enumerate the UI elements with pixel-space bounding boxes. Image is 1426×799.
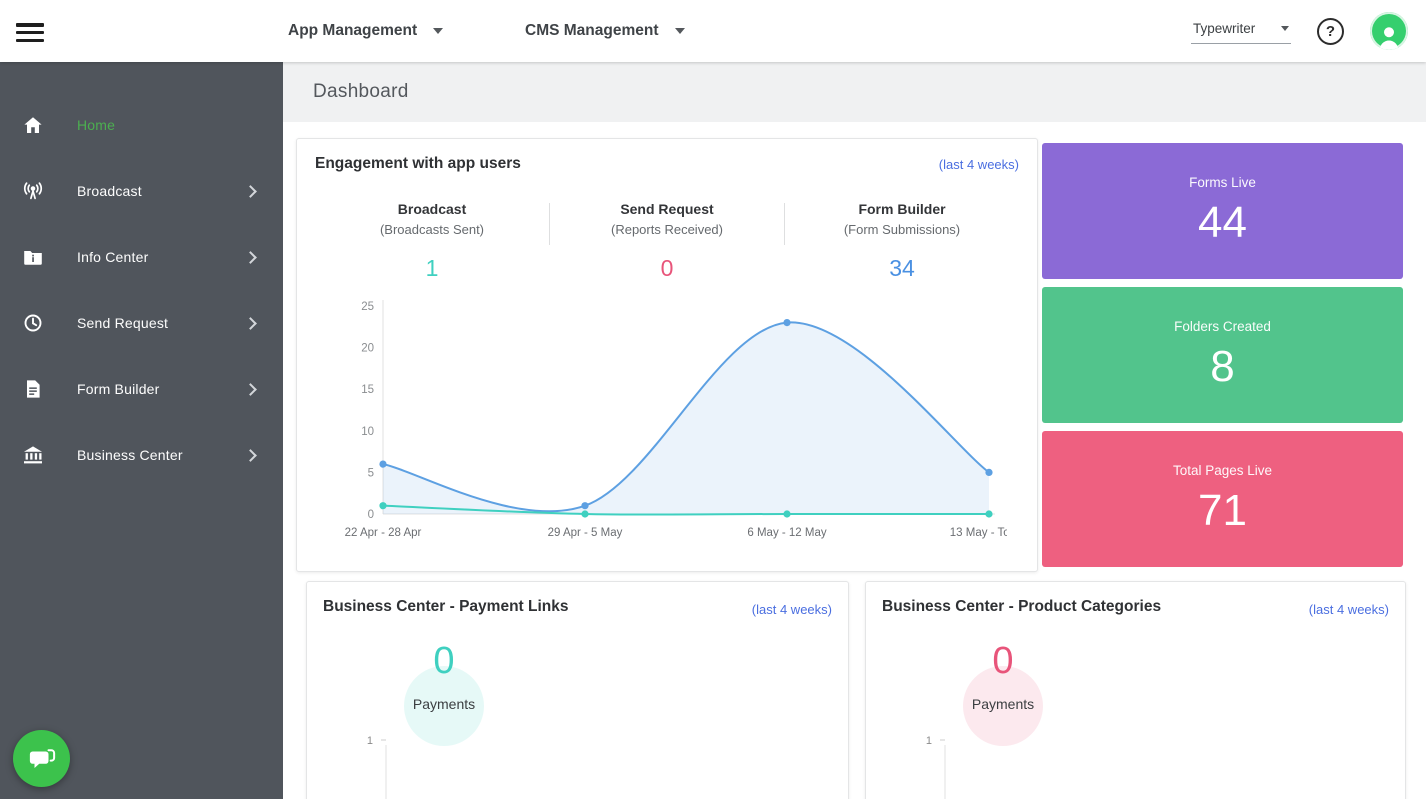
stat-form-builder: Form Builder (Form Submissions) 34 [785, 201, 1019, 282]
payments-stat: 0 Payments [397, 640, 491, 712]
stat-broadcast: Broadcast (Broadcasts Sent) 1 [315, 201, 549, 282]
bank-icon [20, 442, 46, 468]
payments-label: Payments [956, 696, 1050, 712]
payment-links-period-label: (last 4 weeks) [752, 602, 832, 617]
page-header: Dashboard [283, 62, 1426, 122]
product-categories-chart-axis: 1 [916, 730, 1356, 799]
chat-support-button[interactable] [13, 730, 70, 787]
svg-text:22 Apr - 28 Apr: 22 Apr - 28 Apr [345, 527, 422, 539]
sidebar-item-label: Business Center [77, 447, 183, 463]
stat-subtitle: (Reports Received) [550, 222, 784, 237]
person-icon [1374, 22, 1404, 50]
svg-text:0: 0 [368, 509, 374, 521]
tile-label: Total Pages Live [1173, 463, 1272, 478]
stat-subtitle: (Broadcasts Sent) [315, 222, 549, 237]
svg-text:10: 10 [361, 426, 374, 438]
chevron-down-icon [433, 28, 443, 34]
hamburger-menu-icon[interactable] [16, 23, 44, 41]
tile-value: 44 [1198, 198, 1247, 248]
home-icon [20, 112, 46, 138]
topbar-right-group: Typewriter ? [1191, 0, 1408, 62]
broadcast-icon [20, 178, 46, 204]
engagement-period-label: (last 4 weeks) [939, 157, 1019, 172]
app-management-dropdown[interactable]: App Management [288, 0, 443, 62]
typewriter-dropdown[interactable]: Typewriter [1191, 19, 1291, 44]
sidebar-item-info-center[interactable]: Info Center [0, 224, 283, 290]
summary-tiles: Forms Live 44 Folders Created 8 Total Pa… [1042, 143, 1403, 575]
avatar[interactable] [1370, 12, 1408, 50]
svg-text:1: 1 [926, 735, 932, 747]
sidebar-item-label: Broadcast [77, 183, 142, 199]
sidebar-item-business-center[interactable]: Business Center [0, 422, 283, 488]
chevron-right-icon [244, 185, 257, 198]
page-title: Dashboard [313, 81, 409, 103]
stat-value: 1 [315, 255, 549, 282]
svg-text:13 May - Today: 13 May - Today [950, 527, 1007, 539]
engagement-card-title: Engagement with app users [315, 155, 1019, 173]
sidebar-item-label: Form Builder [77, 381, 160, 397]
product-categories-card: Business Center - Product Categories (la… [865, 581, 1406, 799]
chevron-right-icon [244, 317, 257, 330]
chat-bubble-icon [27, 744, 57, 774]
clock-icon [20, 310, 46, 336]
tile-value: 71 [1198, 486, 1247, 536]
sidebar-item-form-builder[interactable]: Form Builder [0, 356, 283, 422]
chevron-right-icon [244, 251, 257, 264]
payment-links-card: Business Center - Payment Links (last 4 … [306, 581, 849, 799]
document-icon [20, 376, 46, 402]
svg-text:29 Apr - 5 May: 29 Apr - 5 May [548, 527, 623, 539]
svg-text:6 May - 12 May: 6 May - 12 May [747, 527, 826, 539]
sidebar-item-home[interactable]: Home [0, 92, 283, 158]
stat-name: Form Builder [785, 201, 1019, 217]
payments-label: Payments [397, 696, 491, 712]
chevron-right-icon [244, 449, 257, 462]
sidebar-item-broadcast[interactable]: Broadcast [0, 158, 283, 224]
payments-stat: 0 Payments [956, 640, 1050, 712]
tile-value: 8 [1210, 342, 1234, 392]
svg-text:20: 20 [361, 343, 374, 355]
help-icon[interactable]: ? [1317, 18, 1344, 45]
help-glyph: ? [1326, 23, 1335, 40]
app-management-label: App Management [288, 22, 417, 40]
product-categories-period-label: (last 4 weeks) [1309, 602, 1389, 617]
stat-name: Send Request [550, 201, 784, 217]
tile-label: Folders Created [1174, 319, 1271, 334]
stat-subtitle: (Form Submissions) [785, 222, 1019, 237]
typewriter-label: Typewriter [1193, 21, 1255, 36]
sidebar-item-send-request[interactable]: Send Request [0, 290, 283, 356]
payments-count: 0 [397, 640, 491, 683]
svg-text:25: 25 [361, 301, 374, 313]
chevron-down-icon [1281, 26, 1289, 31]
tile-label: Forms Live [1189, 175, 1256, 190]
chevron-down-icon [675, 28, 685, 34]
tile-forms-live: Forms Live 44 [1042, 143, 1403, 279]
tile-folders-created: Folders Created 8 [1042, 287, 1403, 423]
info-center-icon [20, 244, 46, 270]
engagement-stats-row: Broadcast (Broadcasts Sent) 1 Send Reque… [315, 201, 1019, 282]
stat-value: 34 [785, 255, 1019, 282]
cms-management-dropdown[interactable]: CMS Management [525, 0, 685, 62]
cms-management-label: CMS Management [525, 22, 659, 40]
engagement-line-chart: 0 5 10 15 20 25 22 Apr - 28 Apr 29 Apr - 5 May 6… [339, 292, 1007, 544]
svg-text:15: 15 [361, 384, 374, 396]
tile-total-pages-live: Total Pages Live 71 [1042, 431, 1403, 567]
sidebar: Home Broadcast Inf [0, 62, 283, 799]
payment-links-chart-axis: 1 [357, 730, 797, 799]
stat-send-request: Send Request (Reports Received) 0 [550, 201, 784, 282]
stat-name: Broadcast [315, 201, 549, 217]
svg-text:1: 1 [367, 735, 373, 747]
topbar: App Management CMS Management Typewriter… [0, 0, 1426, 62]
chevron-right-icon [244, 383, 257, 396]
sidebar-item-label: Home [77, 117, 115, 133]
stat-value: 0 [550, 255, 784, 282]
dashboard-page: App Management CMS Management Typewriter… [0, 0, 1426, 799]
engagement-card: Engagement with app users (last 4 weeks)… [296, 138, 1038, 572]
svg-text:5: 5 [368, 467, 374, 479]
sidebar-item-label: Send Request [77, 315, 168, 331]
payments-count: 0 [956, 640, 1050, 683]
sidebar-item-label: Info Center [77, 249, 148, 265]
